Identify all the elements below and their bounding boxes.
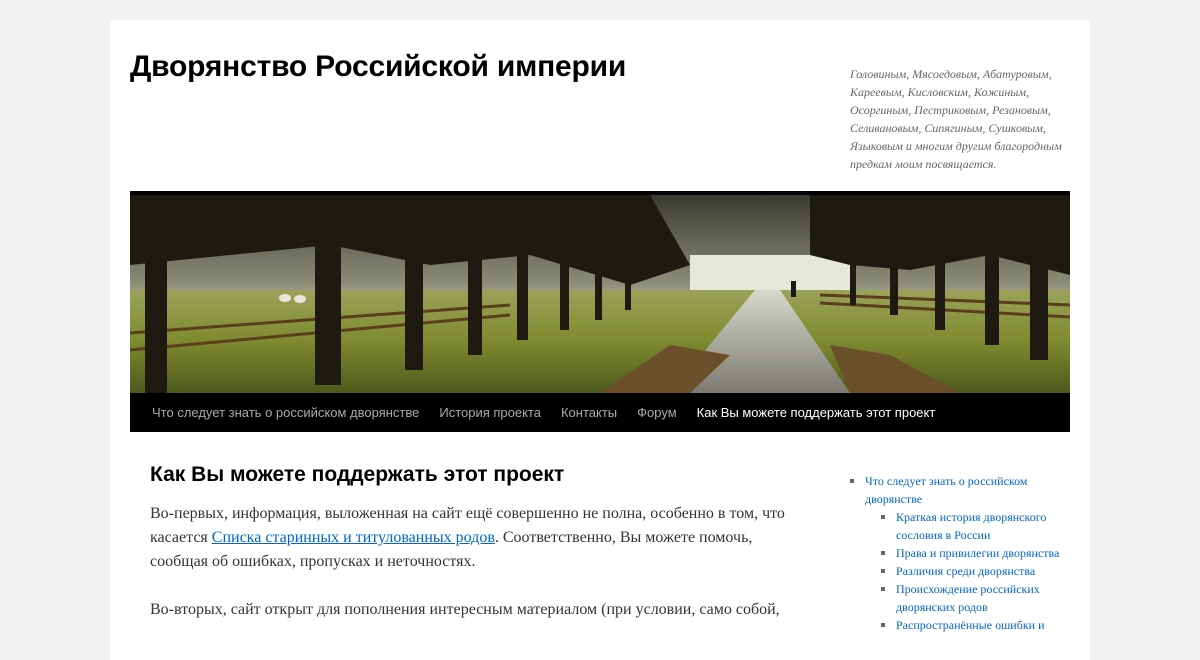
sidebar: Что следует знать о российском дворянств…: [850, 472, 1070, 634]
sidebar-pages-list: Что следует знать о российском дворянств…: [850, 472, 1070, 634]
paragraph-2: Во-вторых, сайт открыт для пополнения ин…: [150, 601, 780, 618]
families-list-link[interactable]: Списка старинных и титулованных родов: [212, 529, 495, 546]
nav-menu: Что следует знать о российском дворянств…: [142, 393, 945, 432]
page-wrapper: Дворянство Российской империи Головиным,…: [110, 20, 1090, 660]
site-description: Головиным, Мясоедовым, Абатуровым, Карее…: [850, 67, 1062, 171]
entry-content: Во-первых, информация, выложенная на сай…: [150, 502, 790, 622]
nav-item-about-nobility[interactable]: Что следует знать о российском дворянств…: [142, 393, 429, 432]
nav-item-support-project[interactable]: Как Вы можете поддержать этот проект: [687, 393, 946, 432]
sidebar-subitem: Различия среди дворянства: [881, 562, 1070, 580]
paragraph-1: Во-первых, информация, выложенная на сай…: [150, 502, 790, 574]
main-content: Как Вы можете поддержать этот проект Во-…: [150, 460, 790, 646]
nav-item-contacts[interactable]: Контакты: [551, 393, 627, 432]
sidebar-link-about-nobility[interactable]: Что следует знать о российском дворянств…: [865, 474, 1028, 506]
entry-title: Как Вы можете поддержать этот проект: [150, 463, 565, 486]
sidebar-sublist: Краткая история дворянского сословия в Р…: [881, 508, 1070, 634]
sidebar-link-differences[interactable]: Различия среди дворянства: [896, 564, 1035, 578]
sidebar-link-rights-privileges[interactable]: Права и привилегии дворянства: [896, 546, 1059, 560]
sidebar-subitem: Права и привилегии дворянства: [881, 544, 1070, 562]
nav-item-forum[interactable]: Форум: [627, 393, 687, 432]
sidebar-link-origins[interactable]: Происхождение российских дворянских родо…: [896, 582, 1040, 614]
sidebar-subitem: Распространённые ошибки и: [881, 616, 1070, 634]
nav-item-project-history[interactable]: История проекта: [429, 393, 551, 432]
sidebar-subitem: Краткая история дворянского сословия в Р…: [881, 508, 1070, 544]
sidebar-item-about-nobility: Что следует знать о российском дворянств…: [850, 472, 1070, 634]
main-navigation: Что следует знать о российском дворянств…: [130, 393, 1070, 432]
header-image: [130, 195, 1070, 393]
sidebar-subitem: Происхождение российских дворянских родо…: [881, 580, 1070, 616]
site-title[interactable]: Дворянство Российской империи: [130, 50, 626, 84]
sidebar-link-brief-history[interactable]: Краткая история дворянского сословия в Р…: [896, 510, 1046, 542]
